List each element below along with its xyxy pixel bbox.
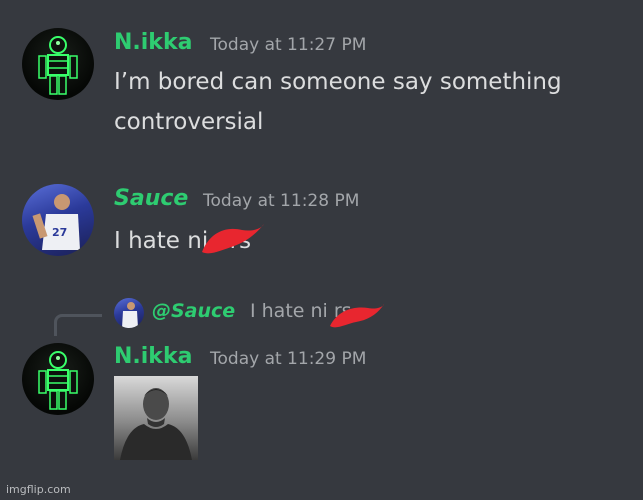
reply-avatar[interactable] [114,298,144,328]
avatar[interactable] [22,343,94,415]
watermark: imgflip.com [6,483,71,496]
reply-connector [54,314,102,336]
username[interactable]: N.ikka [114,30,192,55]
timestamp: Today at 11:27 PM [210,35,367,55]
message-text: controversial [114,109,264,135]
timestamp: Today at 11:28 PM [203,191,360,211]
reply-mention[interactable]: @Sauce [152,300,235,322]
username[interactable]: N.ikka [114,344,192,369]
robot-avatar-icon [38,36,78,95]
robot-avatar-icon [38,351,78,410]
censor-scribble [202,224,264,254]
username[interactable]: Sauce [114,186,188,211]
player-avatar-icon [122,302,138,328]
message-text: I’m bored can someone say something [114,69,562,95]
svg-text:27: 27 [52,226,67,239]
image-attachment[interactable] [114,376,198,460]
timestamp: Today at 11:29 PM [210,349,367,369]
avatar[interactable] [22,28,94,100]
avatar[interactable]: 27 [22,184,94,256]
censor-scribble [330,304,384,328]
player-avatar-icon: 27 [32,194,80,250]
portrait-image-icon [120,388,192,460]
